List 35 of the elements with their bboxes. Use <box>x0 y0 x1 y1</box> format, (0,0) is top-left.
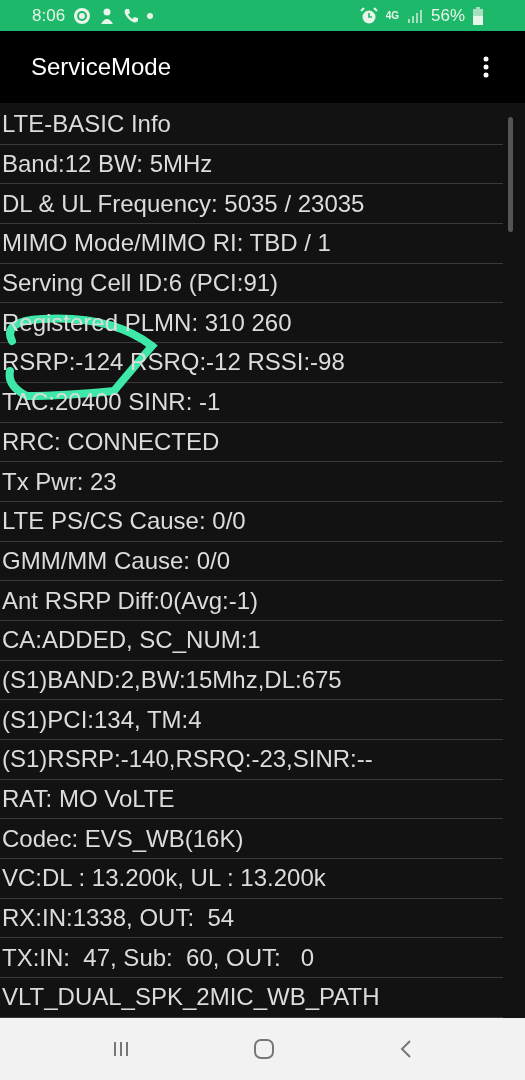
info-line: RAT: MO VoLTE <box>2 785 175 814</box>
signal-icon <box>406 7 423 24</box>
info-line: VC:DL : 13.200k, UL : 13.200k <box>2 864 326 893</box>
info-line: GMM/MM Cause: 0/0 <box>2 546 231 575</box>
info-line: VLT_DUAL_SPK_2MIC_WB_PATH <box>2 983 380 1012</box>
info-line: Codec: EVS_WB(16K) <box>2 824 244 853</box>
app-notification-icon <box>73 6 92 25</box>
info-line: (S1)BAND:2,BW:15Mhz,DL:675 <box>2 665 342 694</box>
back-icon[interactable] <box>399 1039 414 1059</box>
app-title: ServiceMode <box>31 53 172 81</box>
info-line: (S1)RSRP:-140,RSRQ:-23,SINR:-- <box>2 745 373 774</box>
dot-icon <box>147 12 154 19</box>
status-time: 8:06 <box>32 5 66 26</box>
info-line: MIMO Mode/MIMO RI: TBD / 1 <box>2 229 331 258</box>
home-icon[interactable] <box>253 1038 276 1060</box>
battery-icon <box>473 6 483 25</box>
info-line: RRC: CONNECTED <box>2 427 220 456</box>
info-line: Ant RSRP Diff:0(Avg:-1) <box>2 586 259 615</box>
info-line: CA:ADDED, SC_NUM:1 <box>2 626 261 655</box>
info-line: TX:IN: 47, Sub: 60, OUT: 0 <box>2 943 315 972</box>
info-line: Serving Cell ID:6 (PCI:91) <box>2 269 279 298</box>
alarm-icon <box>359 6 378 25</box>
info-line: LTE PS/CS Cause: 0/0 <box>2 507 246 536</box>
info-line: LTE-BASIC Info <box>2 110 171 139</box>
more-options-icon[interactable] <box>483 56 489 78</box>
battery-percent: 56% <box>430 5 465 26</box>
info-line: Band:12 BW: 5MHz <box>2 150 213 179</box>
info-line: RX:IN:1338, OUT: 54 <box>2 904 235 933</box>
recent-apps-icon[interactable] <box>111 1040 130 1058</box>
phone-icon <box>123 7 140 24</box>
info-line: Tx Pwr: 23 <box>2 467 117 496</box>
person-icon <box>99 6 116 25</box>
network-type: 4G <box>385 10 399 21</box>
info-line: DL & UL Frequency: 5035 / 23035 <box>2 189 365 218</box>
info-line: (S1)PCI:134, TM:4 <box>2 705 202 734</box>
